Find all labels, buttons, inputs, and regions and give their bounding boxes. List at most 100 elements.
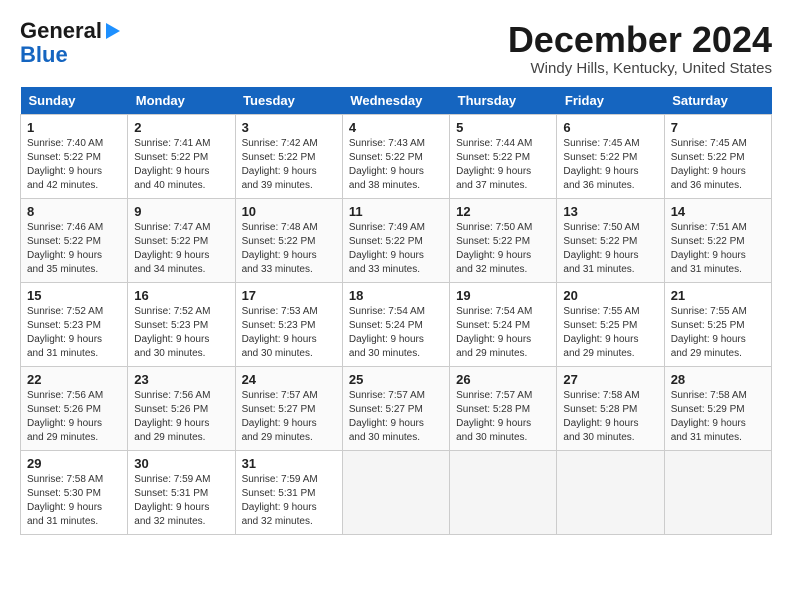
day-info: Sunrise: 7:43 AM Sunset: 5:22 PM Dayligh…	[349, 137, 443, 193]
day-header-wednesday: Wednesday	[342, 87, 449, 115]
calendar-cell: 10Sunrise: 7:48 AM Sunset: 5:22 PM Dayli…	[235, 198, 342, 282]
calendar-cell: 28 Sunrise: 7:58 AM Sunset: 5:29 PM Dayli…	[664, 366, 771, 450]
calendar-week-row: 15 Sunrise: 7:52 AM Sunset: 5:23 PM Dayli…	[21, 282, 772, 366]
calendar-cell: 19 Sunrise: 7:54 AM Sunset: 5:24 PM Dayli…	[450, 282, 557, 366]
day-number: 26	[456, 372, 550, 387]
day-number: 23	[134, 372, 228, 387]
day-info: Sunrise: 7:50 AM Sunset: 5:22 PM Dayligh…	[563, 221, 657, 277]
day-number: 31	[242, 456, 336, 471]
calendar-cell: 23 Sunrise: 7:56 AM Sunset: 5:26 PM Dayli…	[128, 366, 235, 450]
day-number: 1	[27, 120, 121, 135]
day-info: Sunrise: 7:45 AM Sunset: 5:22 PM Dayligh…	[671, 137, 765, 193]
day-info: Sunrise: 7:40 AM Sunset: 5:22 PM Dayligh…	[27, 137, 121, 193]
calendar-cell: 15 Sunrise: 7:52 AM Sunset: 5:23 PM Dayli…	[21, 282, 128, 366]
logo: General Blue	[20, 20, 124, 68]
calendar-cell: 30Sunrise: 7:59 AM Sunset: 5:31 PM Dayli…	[128, 450, 235, 534]
day-number: 15	[27, 288, 121, 303]
day-number: 18	[349, 288, 443, 303]
calendar-cell: 24Sunrise: 7:57 AM Sunset: 5:27 PM Dayli…	[235, 366, 342, 450]
day-info: Sunrise: 7:42 AM Sunset: 5:22 PM Dayligh…	[242, 137, 336, 193]
day-number: 17	[242, 288, 336, 303]
calendar-cell: 13 Sunrise: 7:50 AM Sunset: 5:22 PM Dayli…	[557, 198, 664, 282]
day-info: Sunrise: 7:51 AM Sunset: 5:22 PM Dayligh…	[671, 221, 765, 277]
calendar-cell: 18 Sunrise: 7:54 AM Sunset: 5:24 PM Dayli…	[342, 282, 449, 366]
day-number: 4	[349, 120, 443, 135]
day-number: 8	[27, 204, 121, 219]
day-info: Sunrise: 7:59 AM Sunset: 5:31 PM Dayligh…	[134, 473, 228, 529]
calendar-cell: 29Sunrise: 7:58 AM Sunset: 5:30 PM Dayli…	[21, 450, 128, 534]
day-info: Sunrise: 7:55 AM Sunset: 5:25 PM Dayligh…	[563, 305, 657, 361]
day-header-saturday: Saturday	[664, 87, 771, 115]
day-info: Sunrise: 7:53 AM Sunset: 5:23 PM Dayligh…	[242, 305, 336, 361]
calendar-cell: 20Sunrise: 7:55 AM Sunset: 5:25 PM Dayli…	[557, 282, 664, 366]
calendar-cell	[664, 450, 771, 534]
calendar-cell: 8 Sunrise: 7:46 AM Sunset: 5:22 PM Daylig…	[21, 198, 128, 282]
day-info: Sunrise: 7:41 AM Sunset: 5:22 PM Dayligh…	[134, 137, 228, 193]
day-info: Sunrise: 7:52 AM Sunset: 5:23 PM Dayligh…	[27, 305, 121, 361]
calendar-week-row: 22Sunrise: 7:56 AM Sunset: 5:26 PM Dayli…	[21, 366, 772, 450]
calendar-cell: 2 Sunrise: 7:41 AM Sunset: 5:22 PM Daylig…	[128, 114, 235, 198]
day-info: Sunrise: 7:47 AM Sunset: 5:22 PM Dayligh…	[134, 221, 228, 277]
day-info: Sunrise: 7:56 AM Sunset: 5:26 PM Dayligh…	[134, 389, 228, 445]
calendar-week-row: 8 Sunrise: 7:46 AM Sunset: 5:22 PM Daylig…	[21, 198, 772, 282]
day-info: Sunrise: 7:56 AM Sunset: 5:26 PM Dayligh…	[27, 389, 121, 445]
calendar-cell: 22Sunrise: 7:56 AM Sunset: 5:26 PM Dayli…	[21, 366, 128, 450]
calendar-cell: 1 Sunrise: 7:40 AM Sunset: 5:22 PM Daylig…	[21, 114, 128, 198]
calendar-cell	[450, 450, 557, 534]
day-number: 16	[134, 288, 228, 303]
day-info: Sunrise: 7:46 AM Sunset: 5:22 PM Dayligh…	[27, 221, 121, 277]
day-number: 25	[349, 372, 443, 387]
day-info: Sunrise: 7:52 AM Sunset: 5:23 PM Dayligh…	[134, 305, 228, 361]
day-info: Sunrise: 7:57 AM Sunset: 5:27 PM Dayligh…	[349, 389, 443, 445]
day-number: 14	[671, 204, 765, 219]
day-info: Sunrise: 7:54 AM Sunset: 5:24 PM Dayligh…	[456, 305, 550, 361]
day-info: Sunrise: 7:58 AM Sunset: 5:30 PM Dayligh…	[27, 473, 121, 529]
day-number: 28	[671, 372, 765, 387]
calendar-cell: 6 Sunrise: 7:45 AM Sunset: 5:22 PM Daylig…	[557, 114, 664, 198]
title-section: December 2024 Windy Hills, Kentucky, Uni…	[508, 20, 772, 77]
calendar-cell: 11Sunrise: 7:49 AM Sunset: 5:22 PM Dayli…	[342, 198, 449, 282]
calendar-cell: 26 Sunrise: 7:57 AM Sunset: 5:28 PM Dayli…	[450, 366, 557, 450]
day-number: 13	[563, 204, 657, 219]
day-number: 2	[134, 120, 228, 135]
logo-arrow-icon	[102, 20, 124, 42]
day-number: 9	[134, 204, 228, 219]
day-number: 27	[563, 372, 657, 387]
day-info: Sunrise: 7:58 AM Sunset: 5:29 PM Dayligh…	[671, 389, 765, 445]
day-number: 11	[349, 204, 443, 219]
day-info: Sunrise: 7:45 AM Sunset: 5:22 PM Dayligh…	[563, 137, 657, 193]
day-number: 7	[671, 120, 765, 135]
calendar-cell: 31Sunrise: 7:59 AM Sunset: 5:31 PM Dayli…	[235, 450, 342, 534]
calendar-cell	[342, 450, 449, 534]
day-info: Sunrise: 7:50 AM Sunset: 5:22 PM Dayligh…	[456, 221, 550, 277]
calendar-cell: 9 Sunrise: 7:47 AM Sunset: 5:22 PM Daylig…	[128, 198, 235, 282]
calendar-cell	[557, 450, 664, 534]
day-info: Sunrise: 7:44 AM Sunset: 5:22 PM Dayligh…	[456, 137, 550, 193]
day-info: Sunrise: 7:48 AM Sunset: 5:22 PM Dayligh…	[242, 221, 336, 277]
calendar-week-row: 1 Sunrise: 7:40 AM Sunset: 5:22 PM Daylig…	[21, 114, 772, 198]
calendar-cell: 4 Sunrise: 7:43 AM Sunset: 5:22 PM Daylig…	[342, 114, 449, 198]
day-header-monday: Monday	[128, 87, 235, 115]
day-info: Sunrise: 7:57 AM Sunset: 5:28 PM Dayligh…	[456, 389, 550, 445]
day-number: 21	[671, 288, 765, 303]
day-info: Sunrise: 7:57 AM Sunset: 5:27 PM Dayligh…	[242, 389, 336, 445]
calendar-cell: 17 Sunrise: 7:53 AM Sunset: 5:23 PM Dayli…	[235, 282, 342, 366]
page-header: General Blue December 2024 Windy Hills, …	[20, 20, 772, 77]
calendar-cell: 25 Sunrise: 7:57 AM Sunset: 5:27 PM Dayli…	[342, 366, 449, 450]
logo-text-general: General	[20, 20, 102, 42]
day-number: 5	[456, 120, 550, 135]
day-number: 6	[563, 120, 657, 135]
day-header-friday: Friday	[557, 87, 664, 115]
day-header-thursday: Thursday	[450, 87, 557, 115]
calendar-subtitle: Windy Hills, Kentucky, United States	[508, 60, 772, 77]
day-info: Sunrise: 7:58 AM Sunset: 5:28 PM Dayligh…	[563, 389, 657, 445]
calendar-week-row: 29Sunrise: 7:58 AM Sunset: 5:30 PM Dayli…	[21, 450, 772, 534]
day-number: 19	[456, 288, 550, 303]
calendar-cell: 27 Sunrise: 7:58 AM Sunset: 5:28 PM Dayli…	[557, 366, 664, 450]
calendar-cell: 5 Sunrise: 7:44 AM Sunset: 5:22 PM Daylig…	[450, 114, 557, 198]
calendar-title: December 2024	[508, 20, 772, 60]
day-number: 3	[242, 120, 336, 135]
logo-text-blue: Blue	[20, 42, 68, 68]
day-info: Sunrise: 7:54 AM Sunset: 5:24 PM Dayligh…	[349, 305, 443, 361]
calendar-cell: 14 Sunrise: 7:51 AM Sunset: 5:22 PM Dayli…	[664, 198, 771, 282]
